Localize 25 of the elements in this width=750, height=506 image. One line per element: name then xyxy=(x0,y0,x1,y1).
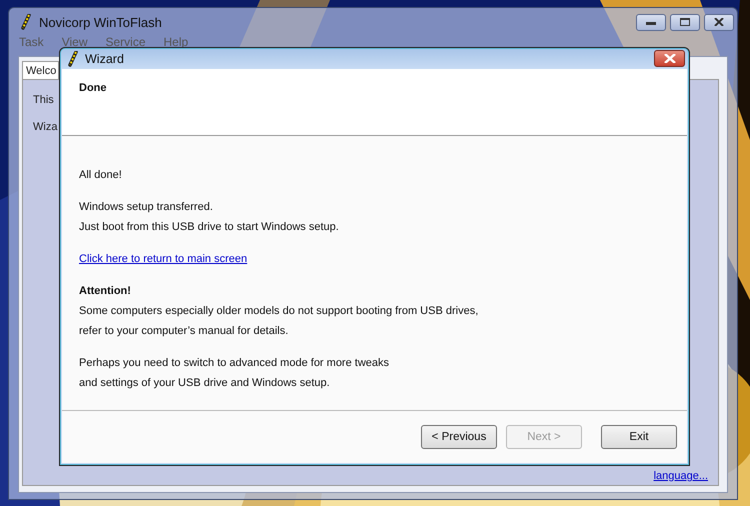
tab[interactable]: Welco xyxy=(22,61,60,79)
maximize-button[interactable] xyxy=(670,14,700,30)
close-icon xyxy=(714,18,724,26)
notice-text: Some computers especially older models do not support booting from USB drives, refer to your computer’s manual for details. xyxy=(79,304,480,339)
welcome-text: This xyxy=(33,94,55,106)
pencil-icon xyxy=(68,50,78,66)
return-link[interactable]: Click here to return to main screen xyxy=(79,253,248,265)
notice-title: Attention! xyxy=(79,284,132,299)
dialog-title: Wizard xyxy=(85,52,124,66)
pencil-icon xyxy=(21,14,31,30)
close-button[interactable] xyxy=(704,14,734,30)
previous-button[interactable]: < Previous xyxy=(421,425,497,449)
message-text: Windows setup transferred. Just boot from this USB drive to start Windows setup. xyxy=(79,200,340,235)
close-icon xyxy=(664,54,676,63)
message-text: Perhaps you need to switch to advanced mode for more tweaks and settings of your USB drive and Windows setup. xyxy=(79,356,390,391)
page-heading: Done xyxy=(79,82,106,94)
welcome-text: Wiza xyxy=(33,121,58,133)
message-text: All done! xyxy=(79,168,123,183)
maximize-icon xyxy=(680,18,690,26)
close-button[interactable] xyxy=(654,50,685,67)
minimize-button[interactable] xyxy=(636,14,666,30)
exit-button[interactable]: Exit xyxy=(601,425,677,449)
minimize-icon xyxy=(646,19,656,25)
window-title: Novicorp WinToFlash xyxy=(39,14,162,30)
language-link[interactable]: language... xyxy=(654,470,708,482)
